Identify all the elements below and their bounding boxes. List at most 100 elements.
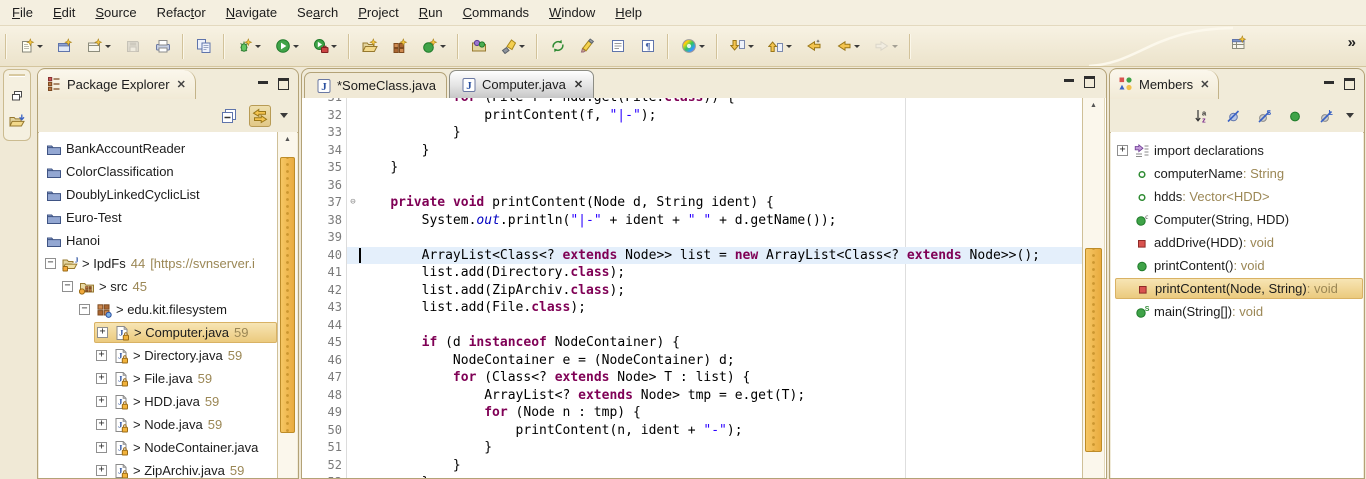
previous-annotation-button[interactable] (765, 36, 794, 56)
new-java-project-button[interactable] (54, 36, 75, 56)
new-class-button[interactable] (419, 36, 448, 56)
checkout-project-button[interactable] (359, 36, 380, 56)
maximize-editor-icon[interactable] (1084, 76, 1095, 88)
code-line-49[interactable]: 49 for (Node n : tmp) { (302, 404, 1084, 422)
close-view-icon[interactable]: ✕ (177, 78, 186, 91)
line-number[interactable]: 50 (315, 422, 346, 440)
toolbar-overflow-chevron[interactable]: » (1348, 34, 1356, 51)
forward-button[interactable] (871, 36, 900, 56)
code-line-39[interactable]: 39 (302, 229, 1084, 247)
member-import-declarations[interactable]: +import declarations (1111, 139, 1363, 162)
expander-icon[interactable]: + (96, 465, 107, 476)
external-tools-button[interactable] (310, 36, 339, 56)
hide-static-members-button[interactable]: S (1253, 105, 1275, 127)
annotation-ruler[interactable] (302, 159, 315, 177)
line-number[interactable]: 52 (315, 457, 346, 475)
code-text[interactable]: } (359, 124, 461, 142)
dropdown-caret-icon[interactable] (854, 45, 860, 48)
minimize-view-icon[interactable] (258, 80, 268, 89)
code-line-45[interactable]: 45 if (d instanceof NodeContainer) { (302, 334, 1084, 352)
code-line-52[interactable]: 52 } (302, 457, 1084, 475)
annotation-ruler[interactable] (302, 212, 315, 230)
expander-icon[interactable]: + (96, 419, 107, 430)
expander-icon[interactable]: + (96, 373, 107, 384)
menu-help[interactable]: Help (605, 2, 652, 23)
dropdown-caret-icon[interactable] (748, 45, 754, 48)
hide-fields-button[interactable] (1222, 105, 1244, 127)
code-text[interactable]: } (359, 457, 461, 475)
tree-item-hanoi[interactable]: Hanoi (39, 229, 277, 252)
new-view-button[interactable] (84, 36, 113, 56)
code-line-40[interactable]: 40 ArrayList<Class<? extends Node>> list… (302, 247, 1084, 265)
code-text[interactable]: list.add(File.class); (359, 299, 586, 317)
view-menu-dropdown-icon[interactable] (280, 113, 288, 118)
tree-item-directory-java[interactable]: +J> Directory.java59 (39, 344, 277, 367)
code-text[interactable]: for (File f : hdd.get(File.class)) { (359, 98, 735, 107)
member-computername[interactable]: computerName : String (1111, 162, 1363, 185)
tree-item-edu-kit-filesystem[interactable]: −> edu.kit.filesystem (39, 298, 277, 321)
dropdown-caret-icon[interactable] (519, 45, 525, 48)
fast-view-folder-icon[interactable] (9, 113, 26, 129)
menu-run[interactable]: Run (409, 2, 453, 23)
minimize-editor-icon[interactable] (1064, 78, 1074, 87)
code-text[interactable]: list.add(ZipArchiv.class); (359, 282, 625, 300)
annotation-ruler[interactable] (302, 439, 315, 457)
back-button[interactable] (833, 36, 862, 56)
line-number[interactable]: 42 (315, 282, 346, 300)
annotation-ruler[interactable] (302, 124, 315, 142)
code-line-32[interactable]: 32 printContent(f, "|-"); (302, 107, 1084, 125)
tree-item-nodecontainer-java[interactable]: +J> NodeContainer.java (39, 436, 277, 459)
code-text[interactable]: private void printContent(Node d, String… (359, 194, 774, 212)
code-text[interactable]: for (Class<? extends Node> T : list) { (359, 369, 750, 387)
annotation-ruler[interactable] (302, 247, 315, 265)
line-number[interactable]: 31 (315, 98, 346, 107)
code-line-53[interactable]: 53 } (302, 474, 1084, 478)
fold-marker-icon[interactable]: ⊖ (347, 194, 359, 212)
new-wizard-button[interactable] (16, 36, 45, 56)
code-text[interactable]: ArrayList<? extends Node> tmp = e.get(T)… (359, 387, 805, 405)
code-text[interactable]: list.add(Directory.class); (359, 264, 625, 282)
expander-icon[interactable]: − (79, 304, 90, 315)
expander-icon[interactable]: + (96, 396, 107, 407)
restore-view-icon[interactable] (9, 88, 26, 104)
save-all-button[interactable] (193, 36, 214, 56)
color-palette-button[interactable] (678, 36, 707, 56)
scroll-up-arrow-icon[interactable]: ▲ (278, 132, 297, 146)
code-line-36[interactable]: 36 (302, 177, 1084, 195)
sort-button[interactable]: az (1191, 105, 1213, 127)
package-explorer-scrollbar[interactable]: ▲ (277, 132, 297, 478)
tree-item-ziparchiv-java[interactable]: +J> ZipArchiv.java59 (39, 459, 277, 478)
code-text[interactable]: ArrayList<Class<? extends Node>> list = … (359, 247, 1040, 265)
maximize-view-icon[interactable] (1344, 78, 1355, 90)
annotation-ruler[interactable] (302, 369, 315, 387)
line-number[interactable]: 51 (315, 439, 346, 457)
code-line-35[interactable]: 35 } (302, 159, 1084, 177)
line-number[interactable]: 45 (315, 334, 346, 352)
expander-icon[interactable]: + (96, 442, 107, 453)
member-hdds[interactable]: hdds : Vector<HDD> (1111, 185, 1363, 208)
annotation-ruler[interactable] (302, 352, 315, 370)
last-edit-location-button[interactable] (803, 36, 824, 56)
link-with-editor-button[interactable] (249, 105, 271, 127)
hide-local-types-button[interactable]: L (1315, 105, 1337, 127)
menu-edit[interactable]: Edit (43, 2, 85, 23)
annotation-ruler[interactable] (302, 282, 315, 300)
editor-tab-someclass-java[interactable]: J*SomeClass.java (304, 72, 447, 98)
line-number[interactable]: 36 (315, 177, 346, 195)
menu-navigate[interactable]: Navigate (216, 2, 287, 23)
annotation-ruler[interactable] (302, 264, 315, 282)
save-button[interactable] (122, 36, 143, 56)
dropdown-caret-icon[interactable] (105, 45, 111, 48)
close-tab-icon[interactable]: ✕ (574, 78, 583, 91)
code-text[interactable]: if (d instanceof NodeContainer) { (359, 334, 680, 352)
expander-icon[interactable]: + (97, 327, 108, 338)
code-text[interactable]: } (359, 159, 398, 177)
editor-scrollbar[interactable]: ▲ (1082, 98, 1105, 478)
code-line-48[interactable]: 48 ArrayList<? extends Node> tmp = e.get… (302, 387, 1084, 405)
annotation-ruler[interactable] (302, 422, 315, 440)
dropdown-caret-icon[interactable] (786, 45, 792, 48)
open-type-button[interactable] (468, 36, 489, 56)
expander-icon[interactable]: + (1117, 145, 1128, 156)
dropdown-caret-icon[interactable] (699, 45, 705, 48)
annotation-ruler[interactable] (302, 474, 315, 478)
